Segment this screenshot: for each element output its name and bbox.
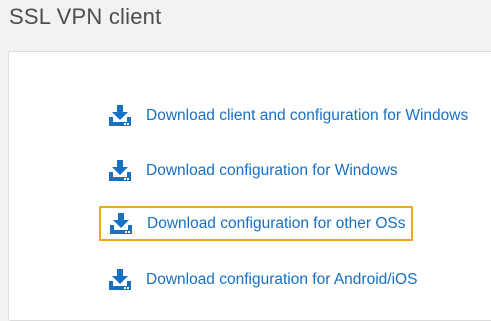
download-link-label: Download configuration for Android/iOS: [146, 271, 418, 288]
download-config-android-ios-link[interactable]: Download configuration for Android/iOS: [100, 267, 417, 293]
download-icon: [107, 159, 133, 183]
page-title: SSL VPN client: [9, 4, 162, 29]
download-icon: [108, 212, 134, 236]
download-icon: [107, 104, 133, 128]
download-config-windows-link[interactable]: Download configuration for Windows: [100, 158, 398, 184]
download-config-other-os-link[interactable]: Download configuration for other OSs: [98, 206, 414, 241]
download-link-label: Download client and configuration for Wi…: [146, 107, 469, 124]
download-link-label: Download configuration for other OSs: [147, 214, 406, 232]
download-client-and-config-windows-link[interactable]: Download client and configuration for Wi…: [100, 103, 468, 129]
download-icon: [107, 268, 133, 292]
download-link-label: Download configuration for Windows: [146, 162, 398, 179]
